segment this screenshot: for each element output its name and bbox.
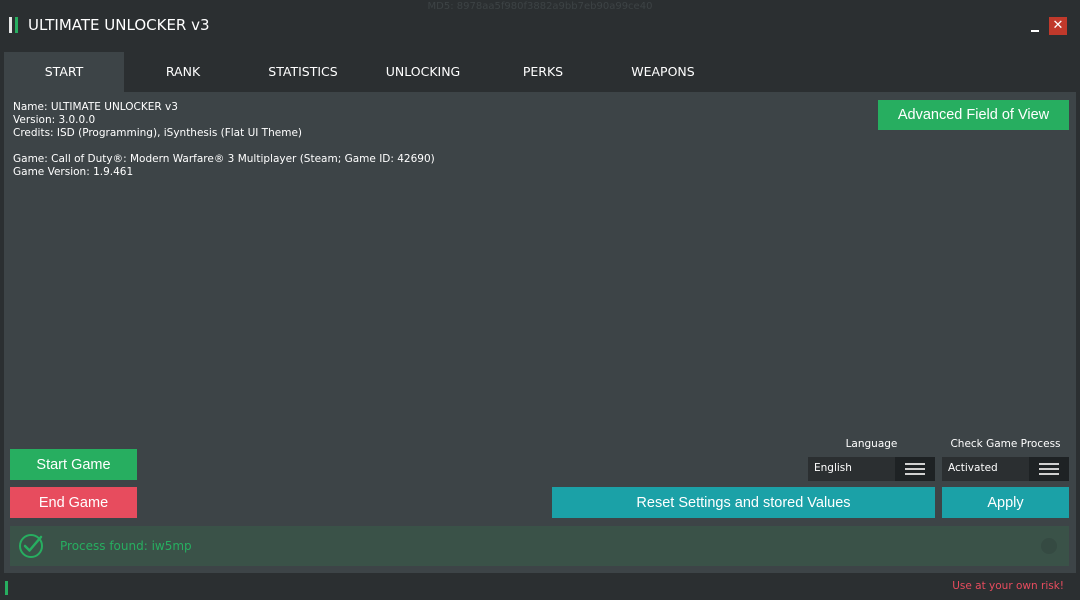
- reset-settings-button[interactable]: Reset Settings and stored Values: [552, 487, 935, 518]
- tab-rank[interactable]: RANK: [123, 52, 243, 92]
- tab-unlocking[interactable]: UNLOCKING: [363, 52, 483, 92]
- status-notification: Process found: iw5mp: [10, 526, 1069, 566]
- tab-start[interactable]: START: [4, 52, 124, 92]
- status-message: Process found: iw5mp: [60, 539, 192, 553]
- start-game-button[interactable]: Start Game: [10, 449, 137, 480]
- title-bar: MD5: 8978aa5f980f3882a9bb7eb90a99ce40 UL…: [0, 0, 1080, 52]
- info-version: Version: 3.0.0.0: [13, 114, 96, 126]
- check-process-label: Check Game Process: [950, 438, 1061, 450]
- tab-weapons[interactable]: WEAPONS: [603, 52, 723, 92]
- tab-perks[interactable]: PERKS: [483, 52, 603, 92]
- info-credits: Credits: ISD (Programming), iSynthesis (…: [13, 127, 302, 139]
- window-title: ULTIMATE UNLOCKER v3: [28, 16, 210, 34]
- risk-warning: Use at your own risk!: [952, 580, 1064, 592]
- info-block: Name: ULTIMATE UNLOCKER v3 Version: 3.0.…: [13, 101, 435, 179]
- dismiss-icon[interactable]: [1041, 538, 1057, 554]
- check-process-value: Activated: [948, 462, 998, 474]
- app-logo-icon: [9, 17, 19, 33]
- menu-icon[interactable]: [895, 457, 935, 481]
- md5-hash: MD5: 8978aa5f980f3882a9bb7eb90a99ce40: [427, 1, 653, 12]
- apply-button[interactable]: Apply: [942, 487, 1069, 518]
- info-game-version: Game Version: 1.9.461: [13, 166, 134, 178]
- end-game-button[interactable]: End Game: [10, 487, 137, 518]
- status-indicator: [5, 581, 8, 595]
- menu-icon[interactable]: [1029, 457, 1069, 481]
- check-circle-icon: [19, 534, 43, 558]
- tab-statistics[interactable]: STATISTICS: [243, 52, 363, 92]
- minimize-icon[interactable]: [1026, 17, 1044, 35]
- language-value: English: [814, 462, 852, 474]
- language-select[interactable]: English: [808, 457, 935, 481]
- info-game: Game: Call of Duty®: Modern Warfare® 3 M…: [13, 153, 435, 165]
- close-icon[interactable]: ✕: [1049, 17, 1067, 35]
- advanced-fov-button[interactable]: Advanced Field of View: [878, 100, 1069, 130]
- language-label: Language: [845, 438, 898, 450]
- tab-bar: START RANK STATISTICS UNLOCKING PERKS WE…: [4, 52, 1080, 92]
- check-process-select[interactable]: Activated: [942, 457, 1069, 481]
- info-name: Name: ULTIMATE UNLOCKER v3: [13, 101, 178, 113]
